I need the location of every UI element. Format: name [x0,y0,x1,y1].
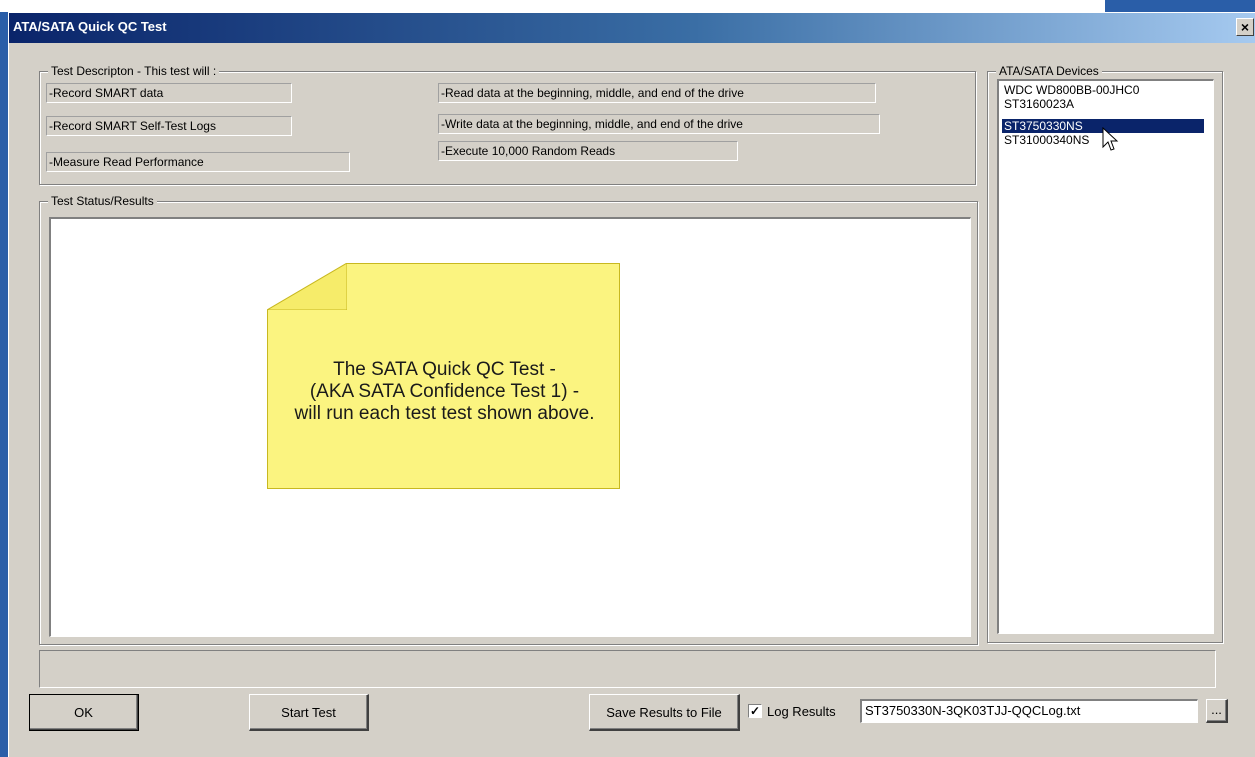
description-item: -Execute 10,000 Random Reads [438,141,738,161]
results-area[interactable]: The SATA Quick QC Test - (AKA SATA Confi… [49,217,971,637]
description-item: -Write data at the beginning, middle, an… [438,114,880,134]
description-item: -Record SMART data [46,83,292,103]
note-line: (AKA SATA Confidence Test 1) - [309,381,580,402]
description-item: -Record SMART Self-Test Logs [46,116,292,136]
device-list[interactable]: WDC WD800BB-00JHC0 ST3160023A ST3750330N… [997,79,1214,634]
background-window-edge [1105,0,1255,12]
description-item: -Read data at the beginning, middle, and… [438,83,876,103]
description-group: Test Descripton - This test will : -Reco… [39,64,976,185]
description-item: -Measure Read Performance [46,152,350,172]
progress-status-bar [39,650,1216,688]
browse-button[interactable]: ... [1206,699,1228,723]
title-bar[interactable]: ATA/SATA Quick QC Test × [9,13,1255,43]
device-item[interactable]: ST3160023A [1002,97,1076,111]
start-test-button[interactable]: Start Test [249,694,369,731]
results-legend: Test Status/Results [48,194,157,208]
note-text: The SATA Quick QC Test - (AKA SATA Confi… [277,359,612,425]
top-strip [0,0,1255,12]
note-line: The SATA Quick QC Test - [333,359,556,380]
close-icon: × [1240,19,1250,35]
window-title: ATA/SATA Quick QC Test [13,19,167,34]
log-results-checkbox[interactable]: ✓ [748,704,762,718]
note-line: will run each test test shown above. [294,403,595,424]
devices-legend: ATA/SATA Devices [996,64,1102,78]
log-results-label: Log Results [767,704,836,719]
ok-button[interactable]: OK [29,694,139,731]
save-results-button[interactable]: Save Results to File [589,694,740,731]
left-edge [0,12,8,757]
dialog-window: ATA/SATA Quick QC Test × Test Descripton… [8,12,1255,757]
device-item[interactable]: ST31000340NS [1002,133,1091,147]
close-button[interactable]: × [1236,18,1254,36]
log-filename-field[interactable]: ST3750330N-3QK03TJJ-QQCLog.txt [860,699,1198,723]
note-fold-corner [267,263,347,310]
device-item[interactable]: WDC WD800BB-00JHC0 [1002,83,1141,97]
mouse-cursor-icon [1102,127,1119,151]
description-legend: Test Descripton - This test will : [48,64,220,78]
